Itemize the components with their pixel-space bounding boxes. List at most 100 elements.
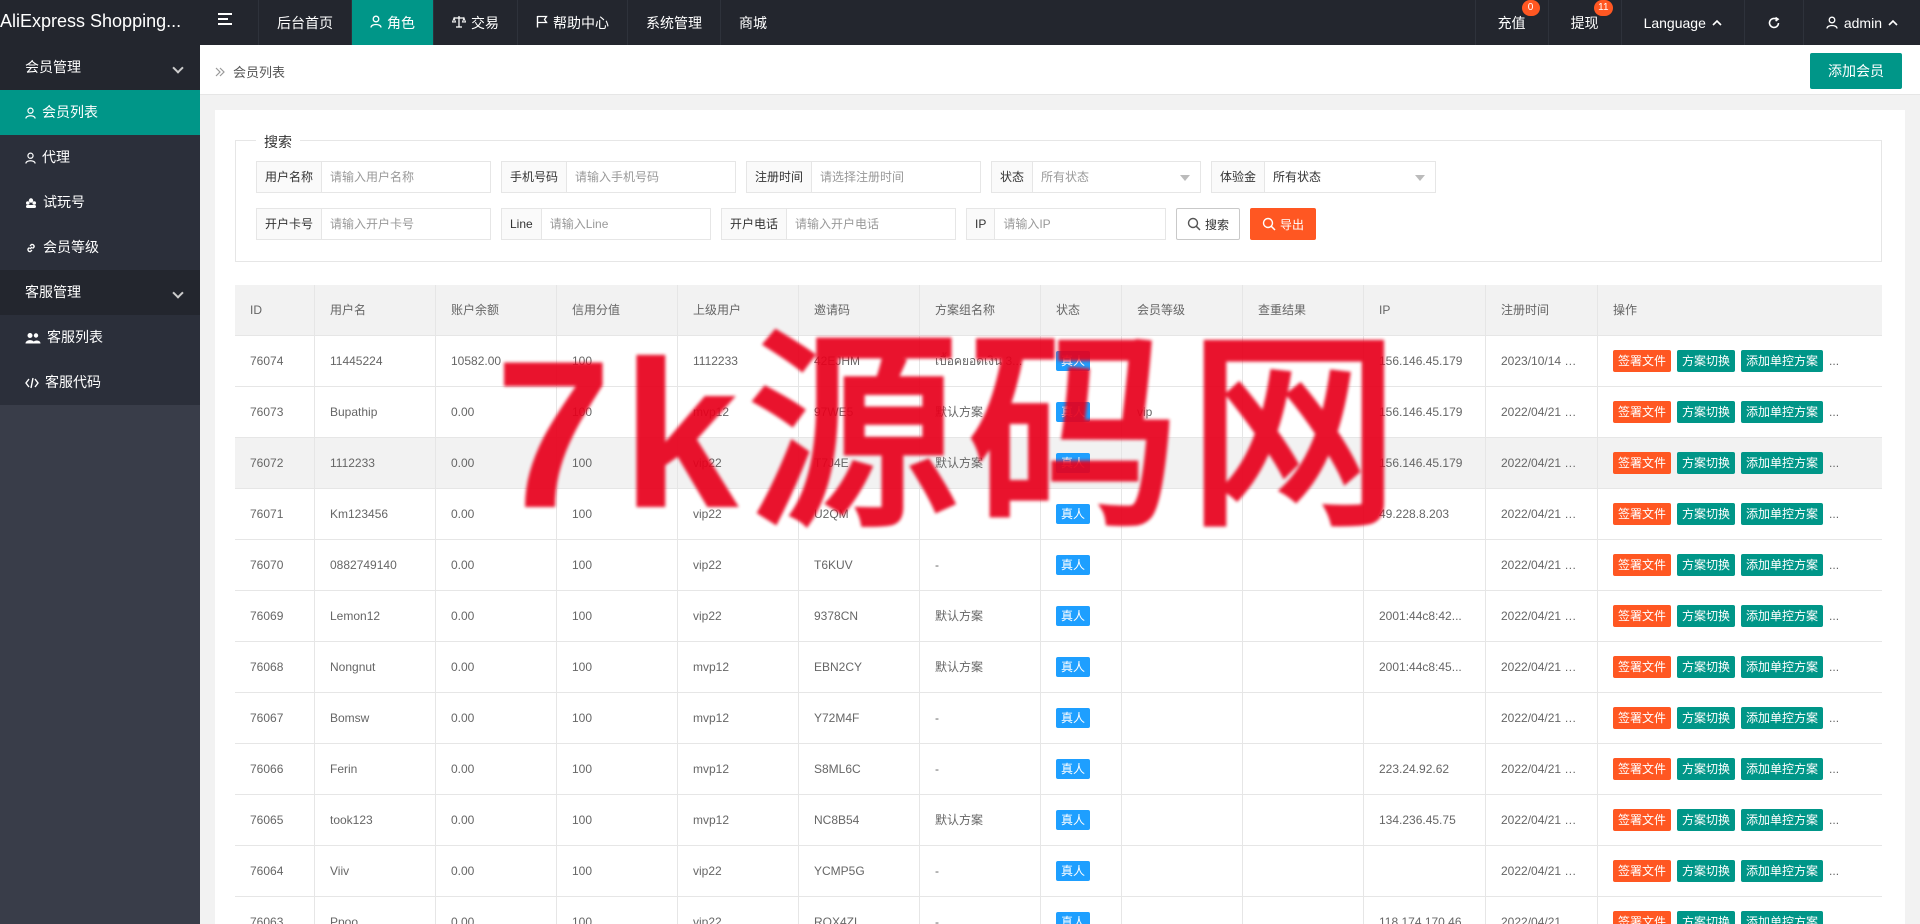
more-actions-button[interactable]: ... bbox=[1829, 795, 1839, 846]
sign-document-button[interactable]: 签署文件 bbox=[1613, 605, 1672, 627]
actions-cell: 签署文件 方案切换 添加单控方案... bbox=[1598, 540, 1882, 591]
topnav-item-2[interactable]: 交易 bbox=[433, 0, 517, 45]
topnav-item-1[interactable]: 角色 bbox=[351, 0, 433, 45]
recharge-link[interactable]: 充值 0 bbox=[1474, 0, 1548, 45]
more-actions-button[interactable]: ... bbox=[1829, 540, 1839, 591]
add-single-plan-button[interactable]: 添加单控方案 bbox=[1741, 401, 1824, 423]
sidebar-item-service-code[interactable]: 客服代码 bbox=[0, 360, 200, 405]
more-actions-button[interactable]: ... bbox=[1829, 846, 1839, 897]
switch-plan-button[interactable]: 方案切换 bbox=[1677, 809, 1736, 831]
table-row[interactable]: 76069 Lemon12 0.00 100 vip22 9378CN 默认方案 真人 2001… bbox=[235, 590, 1882, 642]
refresh-button[interactable] bbox=[1743, 0, 1803, 45]
status-badge: 真人 bbox=[1056, 656, 1091, 677]
line-input[interactable]: 请输入Line bbox=[542, 209, 617, 239]
tel-input[interactable]: 请输入开户电话 bbox=[787, 209, 887, 239]
switch-plan-button[interactable]: 方案切换 bbox=[1677, 707, 1736, 729]
add-single-plan-button[interactable]: 添加单控方案 bbox=[1741, 554, 1824, 576]
sidebar-group-service[interactable]: 客服管理 bbox=[0, 270, 200, 315]
table-cell: 76071 bbox=[235, 488, 315, 540]
sidebar-item-service-list[interactable]: 客服列表 bbox=[0, 315, 200, 360]
menu-toggle-icon[interactable] bbox=[218, 13, 232, 27]
more-actions-button[interactable]: ... bbox=[1829, 744, 1839, 795]
sidebar-item-trial[interactable]: 试玩号 bbox=[0, 180, 200, 225]
more-actions-button[interactable]: ... bbox=[1829, 897, 1839, 924]
more-actions-button[interactable]: ... bbox=[1829, 438, 1839, 489]
actions-group: 签署文件 方案切换 添加单控方案... bbox=[1613, 897, 1867, 924]
withdraw-link[interactable]: 提现 11 bbox=[1547, 0, 1621, 45]
more-actions-button[interactable]: ... bbox=[1829, 591, 1839, 642]
sign-document-button[interactable]: 签署文件 bbox=[1613, 503, 1672, 525]
card-input[interactable]: 请输入开户卡号 bbox=[322, 209, 422, 239]
more-actions-button[interactable]: ... bbox=[1829, 693, 1839, 744]
add-single-plan-button[interactable]: 添加单控方案 bbox=[1741, 911, 1824, 924]
table-row[interactable]: 76064 Viiv 0.00 100 vip22 YCMP5G - 真人 2022/04/21… bbox=[235, 845, 1882, 897]
topnav-item-5[interactable]: 商城 bbox=[720, 0, 785, 45]
sign-document-button[interactable]: 签署文件 bbox=[1613, 554, 1672, 576]
language-dropdown[interactable]: Language bbox=[1620, 0, 1744, 45]
sign-document-button[interactable]: 签署文件 bbox=[1613, 350, 1672, 372]
table-cell: mvp12 bbox=[678, 692, 799, 744]
table-cell bbox=[1243, 845, 1364, 897]
add-single-plan-button[interactable]: 添加单控方案 bbox=[1741, 503, 1824, 525]
sidebar-item-agent[interactable]: 代理 bbox=[0, 135, 200, 180]
table-row[interactable]: 76067 Bomsw 0.00 100 mvp12 Y72M4F - 真人 2022/04/2… bbox=[235, 692, 1882, 744]
trial-select[interactable]: 所有状态 bbox=[1265, 162, 1435, 192]
topnav-label: 帮助中心 bbox=[553, 14, 609, 31]
switch-plan-button[interactable]: 方案切换 bbox=[1677, 503, 1736, 525]
switch-plan-button[interactable]: 方案切换 bbox=[1677, 401, 1736, 423]
more-actions-button[interactable]: ... bbox=[1829, 642, 1839, 693]
username-input[interactable]: 请输入用户名称 bbox=[322, 162, 422, 192]
search-button-label: 搜索 bbox=[1205, 217, 1230, 232]
add-member-button[interactable]: 添加会员 bbox=[1810, 53, 1902, 89]
sign-document-button[interactable]: 签署文件 bbox=[1613, 452, 1672, 474]
search-button[interactable]: 搜索 bbox=[1176, 208, 1241, 240]
switch-plan-button[interactable]: 方案切换 bbox=[1677, 554, 1736, 576]
status-select[interactable]: 所有状态 bbox=[1033, 162, 1200, 192]
add-single-plan-button[interactable]: 添加单控方案 bbox=[1741, 605, 1824, 627]
switch-plan-button[interactable]: 方案切换 bbox=[1677, 350, 1736, 372]
app-logo[interactable]: AliExpress Shopping... bbox=[0, 0, 200, 45]
add-single-plan-button[interactable]: 添加单控方案 bbox=[1741, 860, 1824, 882]
more-actions-button[interactable]: ... bbox=[1829, 489, 1839, 540]
sidebar-item-level[interactable]: 会员等级 bbox=[0, 225, 200, 270]
sidebar-item-member-list[interactable]: 会员列表 bbox=[0, 90, 200, 135]
add-single-plan-button[interactable]: 添加单控方案 bbox=[1741, 656, 1824, 678]
table-row[interactable]: 76063 Ppoo 0.00 100 vip22 RQX4ZL - 真人 118.174.17… bbox=[235, 896, 1882, 924]
regtime-input[interactable]: 请选择注册时间 bbox=[812, 162, 912, 192]
phone-input[interactable]: 请输入手机号码 bbox=[567, 162, 667, 192]
sign-document-button[interactable]: 签署文件 bbox=[1613, 758, 1672, 780]
more-actions-button[interactable]: ... bbox=[1829, 336, 1839, 387]
add-single-plan-button[interactable]: 添加单控方案 bbox=[1741, 350, 1824, 372]
topnav-item-3[interactable]: 帮助中心 bbox=[517, 0, 627, 45]
topnav-item-4[interactable]: 系统管理 bbox=[627, 0, 720, 45]
table-cell bbox=[1122, 794, 1243, 846]
switch-plan-button[interactable]: 方案切换 bbox=[1677, 605, 1736, 627]
add-single-plan-button[interactable]: 添加单控方案 bbox=[1741, 758, 1824, 780]
sign-document-button[interactable]: 签署文件 bbox=[1613, 911, 1672, 924]
sign-document-button[interactable]: 签署文件 bbox=[1613, 809, 1672, 831]
more-actions-button[interactable]: ... bbox=[1829, 387, 1839, 438]
sign-document-button[interactable]: 签署文件 bbox=[1613, 401, 1672, 423]
table-row[interactable]: 76066 Ferin 0.00 100 mvp12 S8ML6C - 真人 223.24.92… bbox=[235, 743, 1882, 795]
ip-input[interactable]: 请输入IP bbox=[995, 209, 1058, 239]
sign-document-button[interactable]: 签署文件 bbox=[1613, 707, 1672, 729]
user-menu[interactable]: admin bbox=[1802, 0, 1920, 45]
sidebar-group-member[interactable]: 会员管理 bbox=[0, 45, 200, 90]
sign-document-button[interactable]: 签署文件 bbox=[1613, 860, 1672, 882]
add-single-plan-button[interactable]: 添加单控方案 bbox=[1741, 809, 1824, 831]
switch-plan-button[interactable]: 方案切换 bbox=[1677, 911, 1736, 924]
switch-plan-button[interactable]: 方案切换 bbox=[1677, 860, 1736, 882]
topnav-item-0[interactable]: 后台首页 bbox=[258, 0, 351, 45]
table-row[interactable]: 76068 Nongnut 0.00 100 mvp12 EBN2CY 默认方案 真人 2001… bbox=[235, 641, 1882, 693]
switch-plan-button[interactable]: 方案切换 bbox=[1677, 758, 1736, 780]
table-row[interactable]: 76065 took123 0.00 100 mvp12 NC8B54 默认方案 真人 134.… bbox=[235, 794, 1882, 846]
sign-document-button[interactable]: 签署文件 bbox=[1613, 656, 1672, 678]
export-button[interactable]: 导出 bbox=[1250, 208, 1317, 240]
breadcrumb-current[interactable]: 会员列表 bbox=[233, 62, 285, 81]
add-single-plan-button[interactable]: 添加单控方案 bbox=[1741, 452, 1824, 474]
switch-plan-button[interactable]: 方案切换 bbox=[1677, 656, 1736, 678]
add-single-plan-button[interactable]: 添加单控方案 bbox=[1741, 707, 1824, 729]
table-cell bbox=[1122, 845, 1243, 897]
switch-plan-button[interactable]: 方案切换 bbox=[1677, 452, 1736, 474]
table-cell: mvp12 bbox=[678, 794, 799, 846]
